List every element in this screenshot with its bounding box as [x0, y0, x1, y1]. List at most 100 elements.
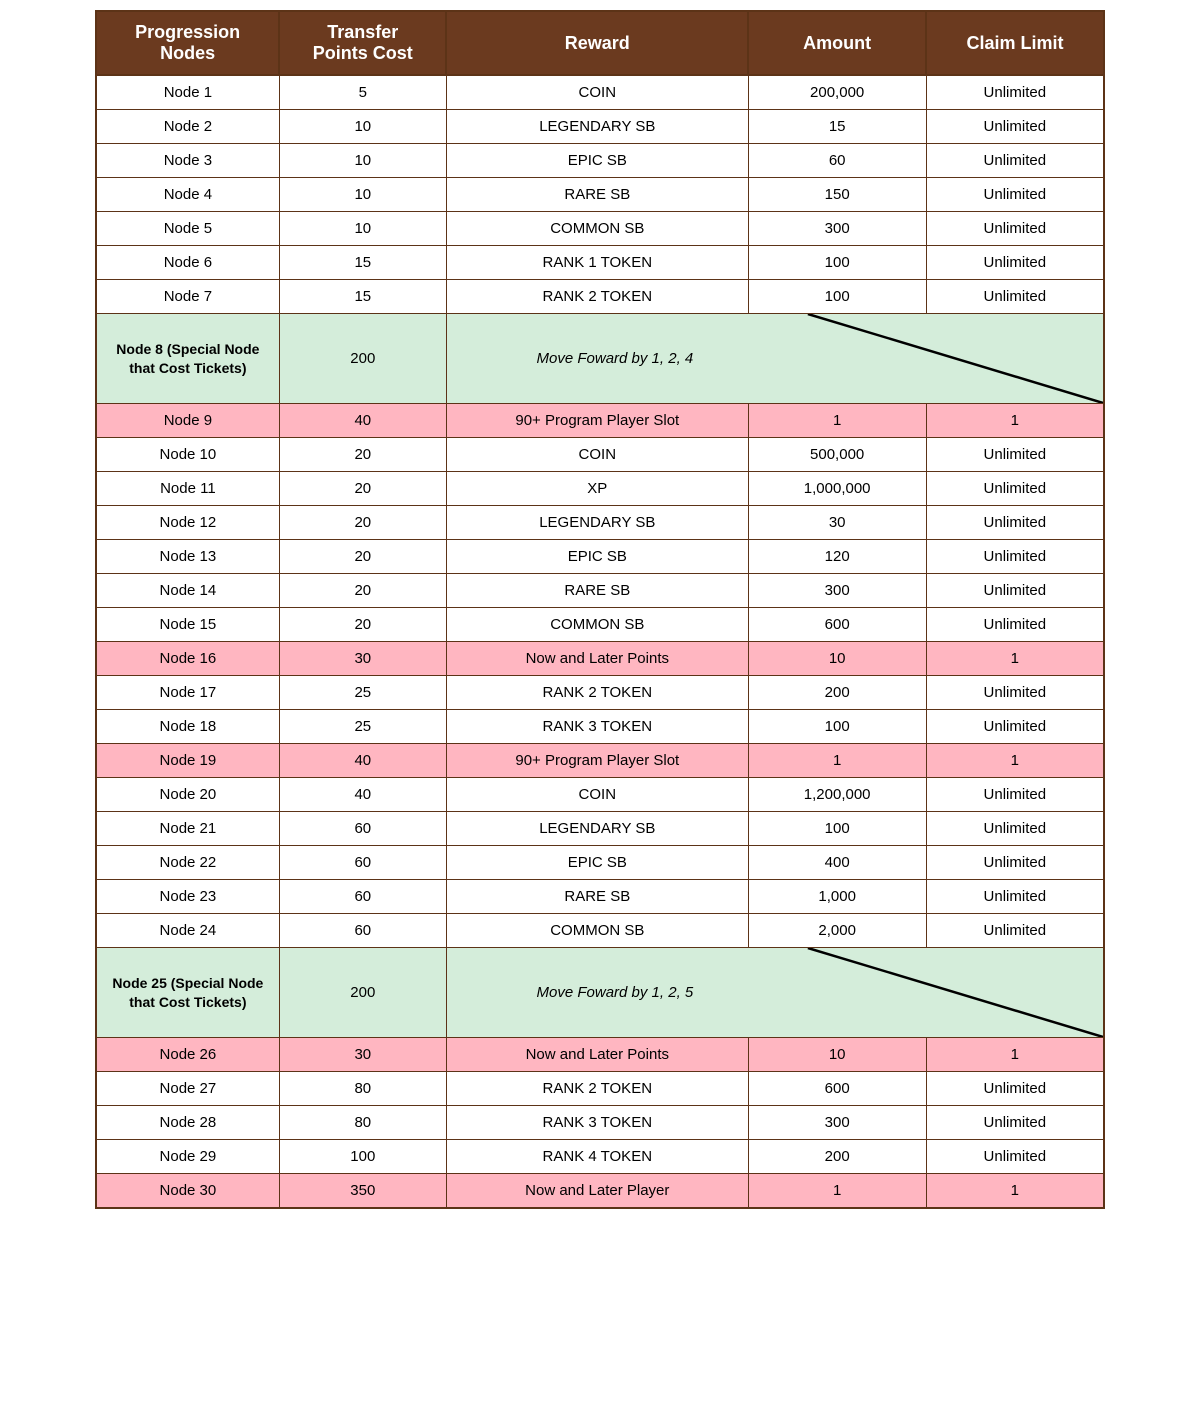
- amount-cell: 100: [748, 280, 926, 314]
- cost-cell: 20: [279, 472, 446, 506]
- reward-cell: COMMON SB: [446, 212, 748, 246]
- table-row: Node 29100RANK 4 TOKEN200Unlimited: [96, 1140, 1104, 1174]
- cost-cell: 15: [279, 280, 446, 314]
- table-row: Node 1120XP1,000,000Unlimited: [96, 472, 1104, 506]
- cost-cell: 10: [279, 110, 446, 144]
- reward-cell: RANK 4 TOKEN: [446, 1140, 748, 1174]
- amount-cell: 100: [748, 246, 926, 280]
- reward-cell: EPIC SB: [446, 846, 748, 880]
- amount-cell: 200: [748, 1140, 926, 1174]
- cost-cell: 5: [279, 75, 446, 110]
- node-cell: Node 10: [96, 438, 279, 472]
- amount-cell: 60: [748, 144, 926, 178]
- reward-cell: COIN: [446, 438, 748, 472]
- node-cell: Node 12: [96, 506, 279, 540]
- claim-cell: Unlimited: [926, 1072, 1104, 1106]
- claim-cell: Unlimited: [926, 144, 1104, 178]
- reward-cell: Now and Later Points: [446, 642, 748, 676]
- claim-cell: 1: [926, 1174, 1104, 1209]
- node-cell: Node 16: [96, 642, 279, 676]
- cost-cell: 30: [279, 642, 446, 676]
- amount-cell: 500,000: [748, 438, 926, 472]
- amount-cell: 2,000: [748, 914, 926, 948]
- reward-cell: RANK 3 TOKEN: [446, 710, 748, 744]
- table-row: Node 1630Now and Later Points101: [96, 642, 1104, 676]
- cost-cell: 350: [279, 1174, 446, 1209]
- table-row: Node 310EPIC SB60Unlimited: [96, 144, 1104, 178]
- header-nodes: ProgressionNodes: [96, 11, 279, 75]
- reward-cell: COIN: [446, 778, 748, 812]
- table-row: Node 8 (Special Node that Cost Tickets)2…: [96, 314, 1104, 404]
- claim-cell: 1: [926, 1038, 1104, 1072]
- amount-cell: 400: [748, 846, 926, 880]
- table-row: Node 410RARE SB150Unlimited: [96, 178, 1104, 212]
- cost-cell: 60: [279, 812, 446, 846]
- node-cell: Node 15: [96, 608, 279, 642]
- cost-cell: 25: [279, 710, 446, 744]
- node-cell: Node 14: [96, 574, 279, 608]
- claim-cell: Unlimited: [926, 812, 1104, 846]
- claim-cell: Unlimited: [926, 246, 1104, 280]
- table-row: Node 2160LEGENDARY SB100Unlimited: [96, 812, 1104, 846]
- claim-cell: 1: [926, 642, 1104, 676]
- cost-cell: 200: [279, 948, 446, 1038]
- table-row: Node 1420RARE SB300Unlimited: [96, 574, 1104, 608]
- cost-cell: 25: [279, 676, 446, 710]
- amount-cell: 1,000,000: [748, 472, 926, 506]
- amount-cell: 1,000: [748, 880, 926, 914]
- amount-cell: 600: [748, 608, 926, 642]
- reward-cell: EPIC SB: [446, 144, 748, 178]
- claim-cell: 1: [926, 744, 1104, 778]
- reward-cell: 90+ Program Player Slot: [446, 744, 748, 778]
- node-cell: Node 29: [96, 1140, 279, 1174]
- amount-cell: 1,200,000: [748, 778, 926, 812]
- cost-cell: 15: [279, 246, 446, 280]
- table-row: Node 1725RANK 2 TOKEN200Unlimited: [96, 676, 1104, 710]
- reward-cell: RANK 2 TOKEN: [446, 676, 748, 710]
- amount-cell: 1: [748, 404, 926, 438]
- table-row: Node 1320EPIC SB120Unlimited: [96, 540, 1104, 574]
- cost-cell: 20: [279, 438, 446, 472]
- reward-cell: COIN: [446, 75, 748, 110]
- reward-cell: RARE SB: [446, 880, 748, 914]
- claim-cell: Unlimited: [926, 676, 1104, 710]
- header-transfer: TransferPoints Cost: [279, 11, 446, 75]
- cost-cell: 30: [279, 1038, 446, 1072]
- node-cell: Node 2: [96, 110, 279, 144]
- reward-cell: RARE SB: [446, 178, 748, 212]
- table-row: Node 2040COIN1,200,000Unlimited: [96, 778, 1104, 812]
- node-cell: Node 20: [96, 778, 279, 812]
- reward-cell: RANK 2 TOKEN: [446, 1072, 748, 1106]
- table-row: Node 15COIN200,000Unlimited: [96, 75, 1104, 110]
- table-row: Node 30350Now and Later Player11: [96, 1174, 1104, 1209]
- node-cell: Node 3: [96, 144, 279, 178]
- claim-cell: Unlimited: [926, 574, 1104, 608]
- claim-cell: Unlimited: [926, 608, 1104, 642]
- cost-cell: 20: [279, 608, 446, 642]
- table-row: Node 2780RANK 2 TOKEN600Unlimited: [96, 1072, 1104, 1106]
- node-cell: Node 22: [96, 846, 279, 880]
- amount-cell: 10: [748, 1038, 926, 1072]
- table-row: Node 615RANK 1 TOKEN100Unlimited: [96, 246, 1104, 280]
- amount-cell: 150: [748, 178, 926, 212]
- node-cell: Node 18: [96, 710, 279, 744]
- claim-cell: Unlimited: [926, 914, 1104, 948]
- table-row: Node 1520COMMON SB600Unlimited: [96, 608, 1104, 642]
- claim-cell: Unlimited: [926, 110, 1104, 144]
- cost-cell: 100: [279, 1140, 446, 1174]
- table-row: Node 194090+ Program Player Slot11: [96, 744, 1104, 778]
- claim-cell: Unlimited: [926, 438, 1104, 472]
- reward-cell: COMMON SB: [446, 608, 748, 642]
- table-row: Node 210LEGENDARY SB15Unlimited: [96, 110, 1104, 144]
- cost-cell: 80: [279, 1106, 446, 1140]
- claim-cell: Unlimited: [926, 846, 1104, 880]
- claim-cell: Unlimited: [926, 212, 1104, 246]
- header-reward: Reward: [446, 11, 748, 75]
- node-cell: Node 9: [96, 404, 279, 438]
- header-amount: Amount: [748, 11, 926, 75]
- table-row: Node 715RANK 2 TOKEN100Unlimited: [96, 280, 1104, 314]
- amount-cell: 100: [748, 812, 926, 846]
- amount-cell: 300: [748, 212, 926, 246]
- node-cell: Node 23: [96, 880, 279, 914]
- reward-cell: RARE SB: [446, 574, 748, 608]
